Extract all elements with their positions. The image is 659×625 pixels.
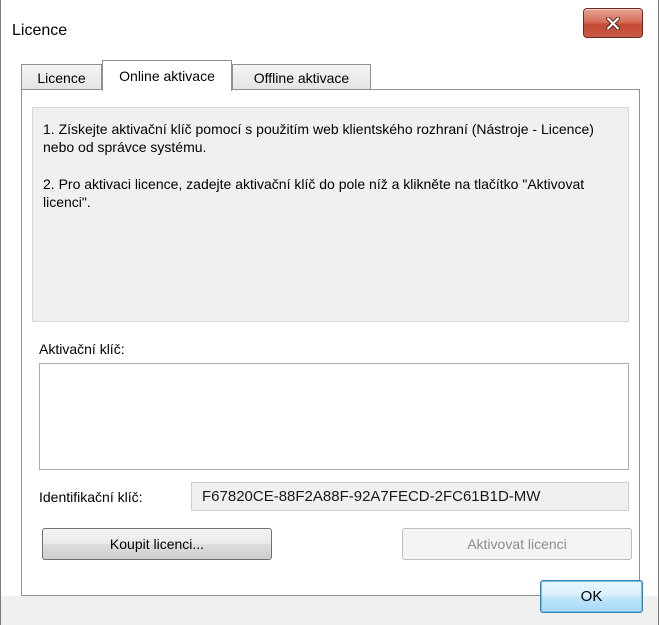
instructions-box: 1. Získejte aktivační klíč pomocí s použ…: [32, 107, 629, 322]
instruction-step-2: 2. Pro aktivaci licence, zadejte aktivač…: [43, 176, 585, 210]
tab-online-activation[interactable]: Online aktivace: [102, 60, 232, 91]
licence-dialog: Licence Licence Online aktivace Offline …: [0, 0, 659, 625]
tab-licence[interactable]: Licence: [21, 64, 102, 90]
buy-licence-button[interactable]: Koupit licenci...: [42, 528, 272, 560]
ok-button[interactable]: OK: [540, 580, 643, 613]
tab-offline-activation[interactable]: Offline aktivace: [232, 64, 371, 90]
identification-key-label: Identifikační klíč:: [39, 489, 143, 505]
identification-key-field[interactable]: F67820CE-88F2A88F-92A7FECD-2FC61B1D-MW: [191, 482, 629, 511]
activate-licence-button[interactable]: Aktivovat licenci: [402, 528, 632, 560]
close-button[interactable]: [583, 8, 643, 38]
activation-key-input[interactable]: [39, 363, 629, 470]
instruction-step-1: 1. Získejte aktivační klíč pomocí s použ…: [43, 121, 594, 155]
online-activation-panel: 1. Získejte aktivační klíč pomocí s použ…: [21, 89, 640, 596]
activation-key-label: Aktivační klíč:: [39, 341, 125, 357]
window-title: Licence: [12, 22, 68, 39]
close-icon: [606, 16, 620, 30]
